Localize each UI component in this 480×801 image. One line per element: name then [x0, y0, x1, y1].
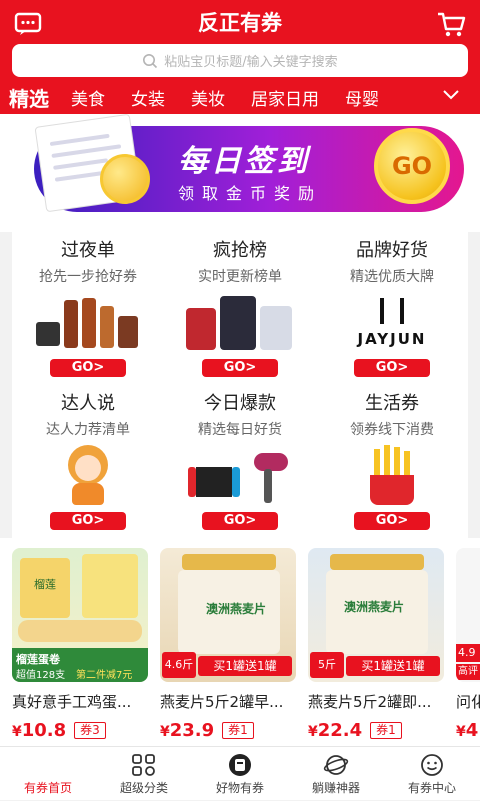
product-card[interactable]: 澳洲燕麦片 5斤 买1罐送1罐 燕麦片5斤2罐即... ¥22.4 券1 — [308, 548, 444, 741]
search-icon — [143, 53, 158, 68]
go-button[interactable]: GO> — [354, 512, 430, 530]
product-name: 燕麦片5斤2罐早... — [160, 693, 284, 711]
cartoon-girl-image — [28, 445, 148, 507]
gift-coupon-icon — [229, 754, 251, 776]
tab-home[interactable]: 有券首页 — [0, 747, 96, 801]
tab-good-items[interactable]: 好物有券 — [192, 747, 288, 801]
grid-item-life-coupon[interactable]: 生活券 领券线下消费 GO> — [316, 385, 468, 538]
category-tabs: 精选 美食 女装 美妆 居家日用 母婴 — [0, 82, 480, 112]
search-placeholder: 粘贴宝贝标题/输入关键字搜索 — [164, 55, 338, 70]
product-name: 真好意手工鸡蛋... — [12, 693, 132, 711]
search-input[interactable]: 粘贴宝贝标题/输入关键字搜索 — [12, 44, 468, 77]
go-button[interactable]: GO> — [202, 359, 278, 377]
grid-item-title: 今日爆款 — [204, 393, 276, 414]
tab-makeup[interactable]: 美妆 — [191, 85, 225, 110]
product-image: 4.9 高评 — [456, 548, 480, 682]
product-list: 榴莲 榴莲蛋卷 超值128支 第二件减7元 真好意手工鸡蛋... ¥10.8 券… — [0, 538, 480, 746]
console-hairdryer-image — [180, 445, 300, 507]
go-button[interactable]: GO> — [50, 359, 126, 377]
product-card[interactable]: 榴莲 榴莲蛋卷 超值128支 第二件减7元 真好意手工鸡蛋... ¥10.8 券… — [12, 548, 148, 741]
grid-item-influencer[interactable]: 达人说 达人力荐清单 GO> — [12, 385, 164, 538]
grid-item-title: 达人说 — [61, 393, 115, 414]
product-tag: 榴莲蛋卷 — [16, 653, 60, 666]
product-image: 澳洲燕麦片 5斤 买1罐送1罐 — [308, 548, 444, 682]
banner-title: 每日签到 — [178, 144, 310, 179]
tab-super-category[interactable]: 超级分类 — [96, 747, 192, 801]
coupon-badge: 券3 — [74, 722, 106, 739]
tab-label: 超级分类 — [119, 781, 168, 795]
grid-item-hot-list[interactable]: 疯抢榜 实时更新榜单 GO> — [164, 232, 316, 385]
product-name: 燕麦片5斤2罐即... — [308, 693, 432, 711]
grid-item-brand-goods[interactable]: 品牌好货 精选优质大牌 JAYJUN GO> — [316, 232, 468, 385]
product-price: ¥22.4 — [308, 720, 363, 741]
grid-item-today-hot[interactable]: 今日爆款 精选每日好货 GO> — [164, 385, 316, 538]
tab-label: 有券中心 — [407, 781, 456, 795]
product-tag: 澳洲燕麦片 — [206, 602, 267, 616]
grid-item-subtitle: 领券线下消费 — [350, 422, 434, 438]
grid-item-title: 疯抢榜 — [213, 240, 267, 261]
go-button[interactable]: GO> — [50, 512, 126, 530]
product-name: 问化 — [456, 693, 480, 711]
grid-item-title: 品牌好货 — [356, 240, 428, 261]
product-tag: 4.6斤 — [162, 652, 196, 678]
product-image: 榴莲 榴莲蛋卷 超值128支 第二件减7元 — [12, 548, 148, 682]
fries-image — [332, 445, 452, 507]
banner-go-button[interactable]: GO — [374, 128, 450, 204]
coupon-badge: 券1 — [222, 722, 254, 739]
product-tag: 5斤 — [310, 652, 344, 678]
tab-women-clothing[interactable]: 女装 — [131, 85, 165, 110]
product-tag: 高评 — [456, 664, 480, 680]
bottom-tab-bar: 有券首页 超级分类 好物有券 躺赚神器 有券中心 — [0, 746, 480, 800]
supplement-product-image — [180, 292, 300, 354]
product-card[interactable]: 澳洲燕麦片 4.6斤 买1罐送1罐 燕麦片5斤2罐早... ¥23.9 券1 — [160, 548, 296, 741]
product-price: ¥23.9 — [160, 720, 215, 741]
smile-user-icon — [421, 754, 443, 776]
tab-food[interactable]: 美食 — [71, 85, 105, 110]
grid-item-subtitle: 达人力荐清单 — [46, 422, 130, 438]
grid-item-title: 过夜单 — [61, 240, 115, 261]
go-button[interactable]: GO> — [202, 512, 278, 530]
planet-icon — [323, 755, 349, 775]
product-price: ¥4.9 — [456, 720, 480, 741]
tab-earn-tool[interactable]: 躺赚神器 — [288, 747, 384, 801]
tab-label: 有券首页 — [23, 781, 72, 795]
grid-item-title: 生活券 — [365, 393, 419, 414]
product-tag: 买1罐送1罐 — [346, 656, 440, 676]
skincare-product-image — [28, 292, 148, 354]
brand-logo-text: JAYJUN — [357, 330, 427, 348]
product-image: 澳洲燕麦片 4.6斤 买1罐送1罐 — [160, 548, 296, 682]
tab-home-goods[interactable]: 居家日用 — [251, 85, 319, 110]
product-tag: 澳洲燕麦片 — [344, 600, 405, 614]
product-tag: 4.9 — [456, 644, 480, 662]
product-tag: 超值128支 — [16, 670, 66, 681]
category-icon — [132, 754, 155, 776]
coupon-badge: 券1 — [370, 722, 402, 739]
product-card[interactable]: 4.9 高评 问化 ¥4.9 — [456, 548, 480, 741]
feature-grid: 过夜单 抢先一步抢好券 GO> 疯抢榜 实时更新榜单 GO> 品牌好货 精选优质… — [12, 232, 468, 538]
grid-item-overnight[interactable]: 过夜单 抢先一步抢好券 GO> — [12, 232, 164, 385]
go-button[interactable]: GO> — [354, 359, 430, 377]
coin-illustration — [100, 154, 150, 204]
product-tag: 买1罐送1罐 — [198, 656, 292, 676]
tab-baby[interactable]: 母婴 — [345, 85, 379, 110]
grid-item-subtitle: 实时更新榜单 — [198, 269, 282, 285]
app-title: 反正有券 — [198, 11, 282, 35]
banner-subtitle: 领取金币奖励 — [178, 184, 323, 203]
grid-item-subtitle: 精选优质大牌 — [350, 269, 434, 285]
cart-icon[interactable] — [436, 10, 466, 38]
top-header: 反正有券 粘贴宝贝标题/输入关键字搜索 精选 美食 女装 美妆 居家日用 母婴 — [0, 0, 480, 114]
brand-logo: JAYJUN — [332, 292, 452, 354]
product-price: ¥10.8 — [12, 720, 67, 741]
tab-label: 好物有券 — [215, 781, 264, 795]
tab-coupon-center[interactable]: 有券中心 — [384, 747, 480, 801]
grid-item-subtitle: 抢先一步抢好券 — [39, 269, 137, 285]
product-tag: 第二件减7元 — [76, 670, 133, 681]
chevron-down-icon[interactable] — [442, 88, 460, 102]
grid-item-subtitle: 精选每日好货 — [198, 422, 282, 438]
tab-label: 躺赚神器 — [311, 781, 360, 795]
tab-featured[interactable]: 精选 — [9, 83, 49, 112]
